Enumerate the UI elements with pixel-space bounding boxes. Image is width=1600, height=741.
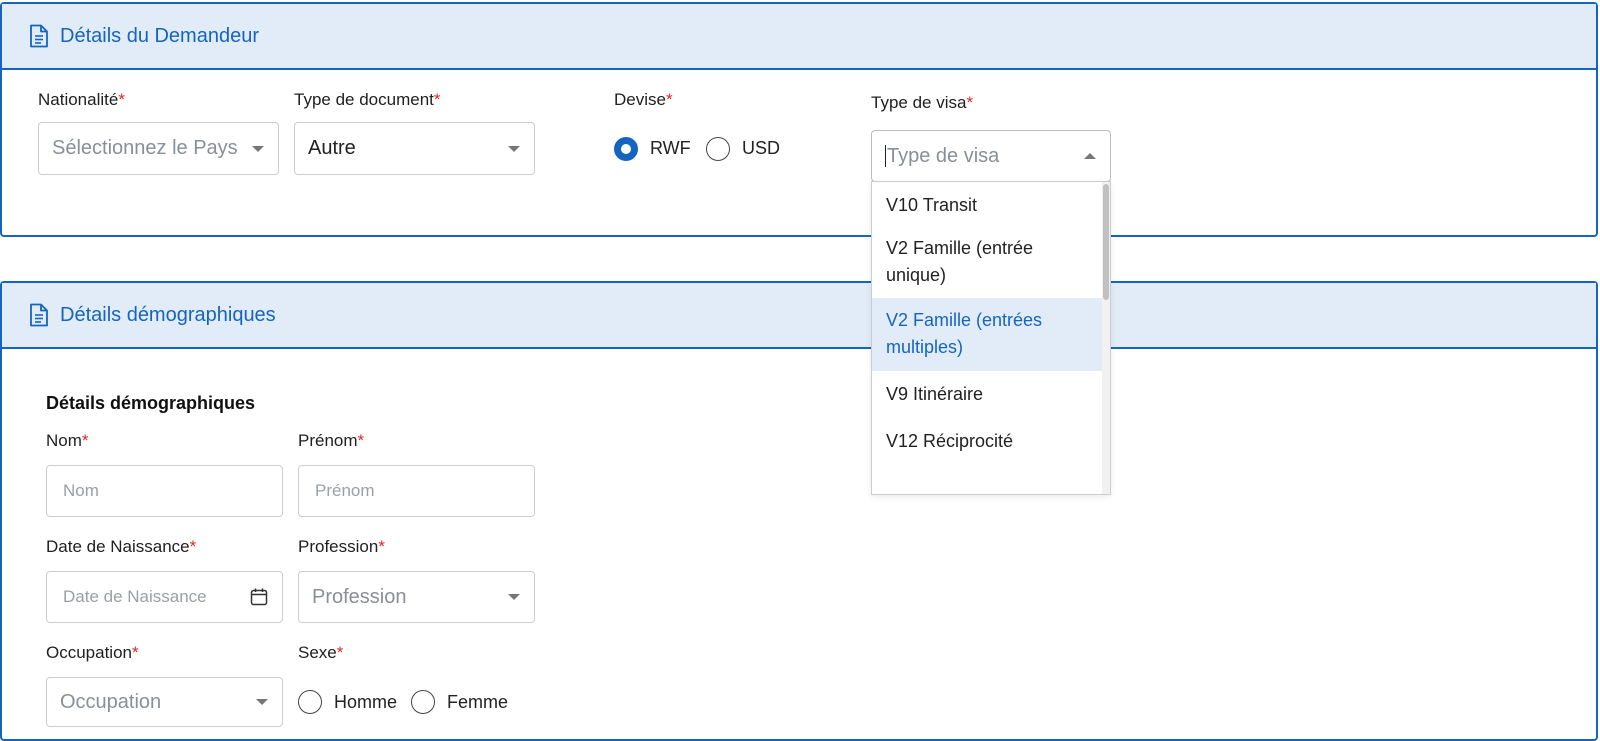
visa-option[interactable]: V9 Itinéraire <box>872 371 1104 418</box>
visa-option[interactable]: V12 Réciprocité <box>872 418 1104 465</box>
doc-type-label: Type de document* <box>294 90 441 109</box>
document-icon <box>30 303 48 327</box>
visa-option[interactable]: V10 Transit <box>872 182 1104 230</box>
applicant-details-header: Détails du Demandeur <box>2 4 1596 70</box>
dob-input[interactable]: Date de Naissance <box>46 571 283 623</box>
nationality-placeholder: Sélectionnez le Pays <box>52 137 238 159</box>
demographics-subheading: Détails démographiques <box>46 393 256 413</box>
nationality-label: Nationalité* <box>38 90 125 109</box>
currency-radio-usd[interactable] <box>706 137 730 161</box>
occupation-label: Occupation* <box>46 643 139 662</box>
visa-type-label: Type de visa* <box>871 93 974 112</box>
sexe-label: Sexe* <box>298 643 344 662</box>
chevron-up-icon <box>1084 153 1096 159</box>
card-title: Détails du Demandeur <box>60 24 259 47</box>
chevron-down-icon <box>508 594 520 600</box>
occupation-select[interactable]: Occupation <box>46 677 283 727</box>
profession-placeholder: Profession <box>312 585 407 608</box>
chevron-down-icon <box>252 145 264 152</box>
currency-label: Devise* <box>614 90 673 109</box>
visa-option[interactable]: V2 Famille (entrée unique) <box>872 230 1104 298</box>
calendar-icon[interactable] <box>250 588 268 606</box>
document-icon <box>30 24 48 48</box>
occupation-placeholder: Occupation <box>60 690 162 713</box>
applicant-details-card: Détails du Demandeur <box>0 2 1598 237</box>
chevron-down-icon <box>256 699 268 705</box>
doc-type-value: Autre <box>308 137 356 159</box>
profession-label: Profession* <box>298 537 385 556</box>
nom-label: Nom* <box>46 431 89 450</box>
nationality-select[interactable]: Sélectionnez le Pays <box>38 122 279 175</box>
prenom-label: Prénom* <box>298 431 365 450</box>
card-title: Détails démographiques <box>60 303 276 326</box>
dropdown-scrollbar-thumb[interactable] <box>1103 184 1109 300</box>
currency-radio-rwf[interactable] <box>614 137 638 161</box>
visa-type-select[interactable]: Type de visa <box>871 130 1111 182</box>
dob-label: Date de Naissance* <box>46 537 197 556</box>
doc-type-select[interactable]: Autre <box>294 122 535 175</box>
sexe-radio-femme[interactable] <box>411 690 435 714</box>
visa-type-dropdown[interactable]: V10 Transit V2 Famille (entrée unique) V… <box>871 181 1111 495</box>
profession-select[interactable]: Profession <box>298 571 535 623</box>
chevron-down-icon <box>508 145 520 152</box>
demographics-header: Détails démographiques <box>2 283 1596 349</box>
text-cursor <box>885 145 886 167</box>
visa-type-placeholder: Type de visa <box>887 144 1000 167</box>
nom-input[interactable]: Nom <box>46 465 283 517</box>
sexe-label-homme: Homme <box>334 692 398 712</box>
visa-option-highlighted[interactable]: V2 Famille (entrées multiples) <box>872 298 1104 371</box>
dropdown-scrollbar[interactable] <box>1102 182 1110 494</box>
prenom-input[interactable]: Prénom <box>298 465 535 517</box>
currency-label-rwf: RWF <box>650 138 691 158</box>
currency-label-usd: USD <box>742 138 781 158</box>
sexe-radio-homme[interactable] <box>298 690 322 714</box>
sexe-label-femme: Femme <box>447 692 509 712</box>
